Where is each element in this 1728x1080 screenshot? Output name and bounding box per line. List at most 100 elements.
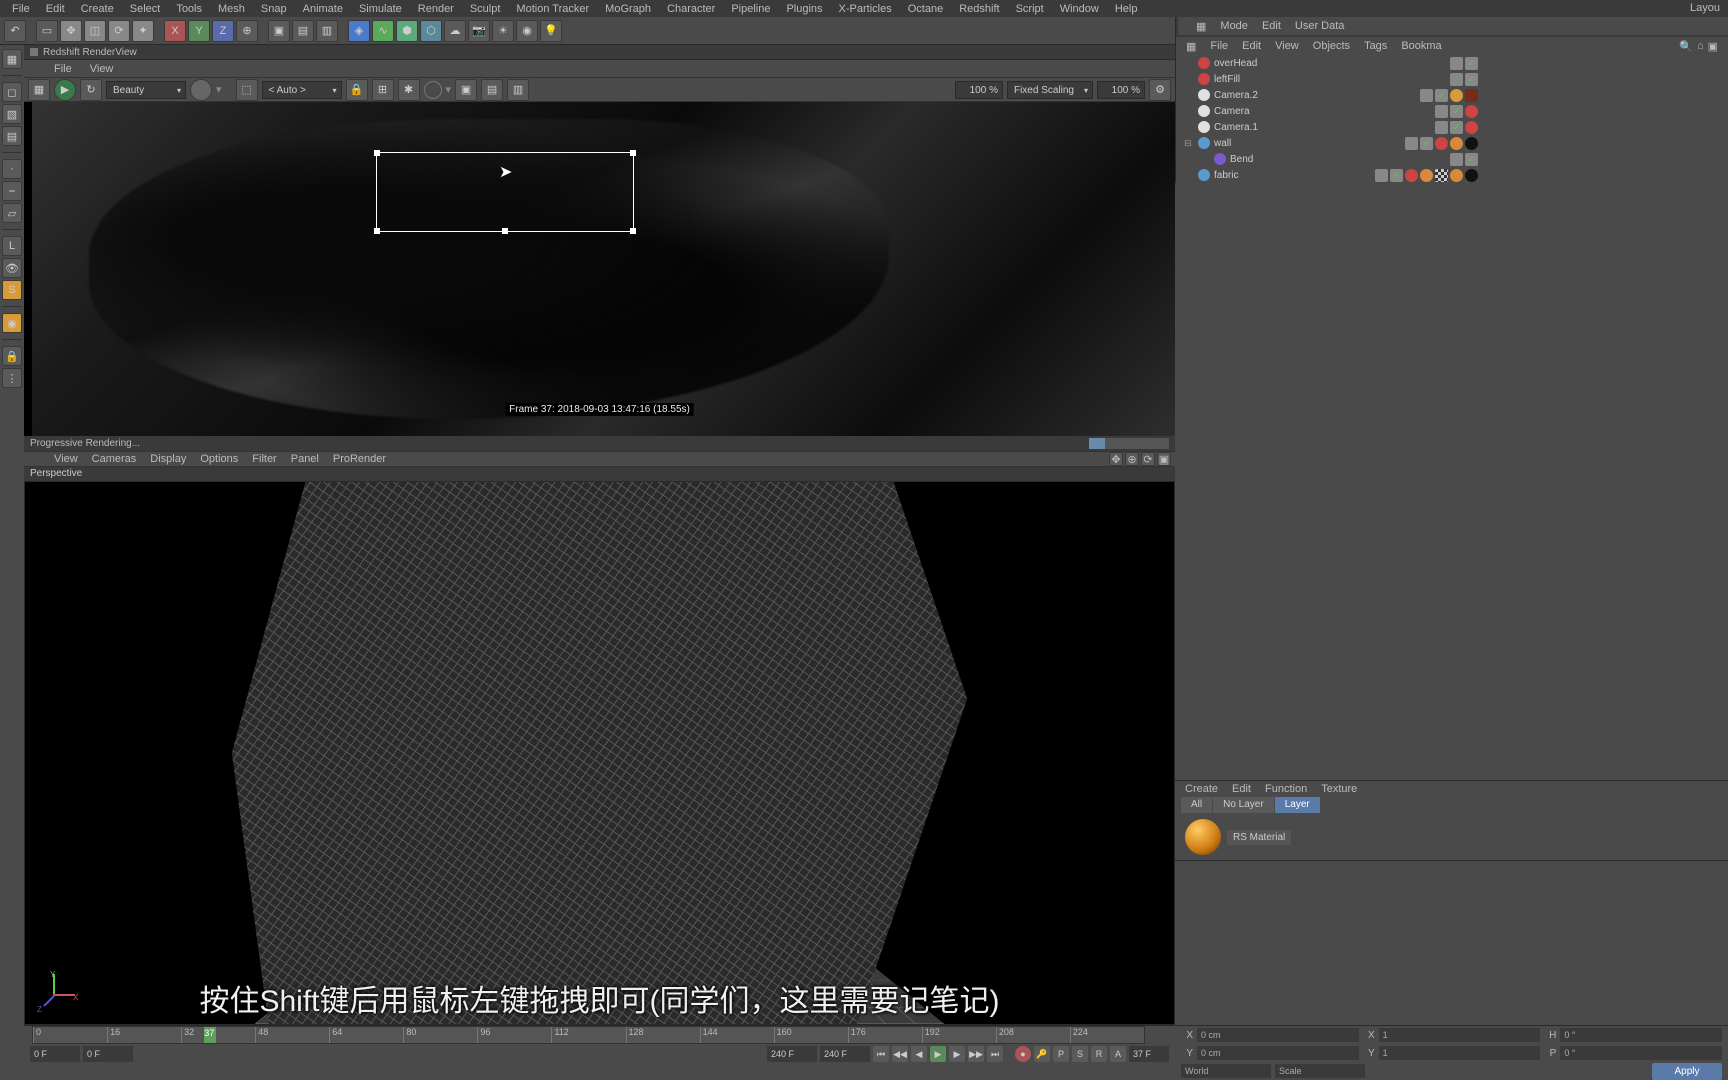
next-frame-icon[interactable]: ▶: [949, 1046, 965, 1062]
menu-redshift[interactable]: Redshift: [951, 1, 1007, 17]
vp-menu-view[interactable]: View: [54, 453, 78, 465]
menu-character[interactable]: Character: [659, 1, 723, 17]
snap-icon[interactable]: S: [2, 280, 22, 300]
mat-tab-no-layer[interactable]: No Layer: [1213, 797, 1274, 813]
playhead[interactable]: 37: [204, 1027, 216, 1043]
scale-y-field[interactable]: 1: [1379, 1046, 1541, 1060]
goto-end-icon[interactable]: ⏭: [987, 1046, 1003, 1062]
tl-cur2-field[interactable]: 0 F: [83, 1046, 133, 1062]
zoom-field[interactable]: 100 %: [955, 81, 1003, 99]
menu-x-particles[interactable]: X-Particles: [831, 1, 900, 17]
menu-motion tracker[interactable]: Motion Tracker: [508, 1, 597, 17]
mat-tab-all[interactable]: All: [1181, 797, 1212, 813]
obj-menu-tags[interactable]: Tags: [1364, 40, 1387, 52]
vp-menu-options[interactable]: Options: [200, 453, 238, 465]
next-key-icon[interactable]: ▶▶: [968, 1046, 984, 1062]
x-axis-lock-icon[interactable]: X: [164, 20, 186, 42]
scaling-value-field[interactable]: 100 %: [1097, 81, 1145, 99]
make-editable-icon[interactable]: ▦: [2, 49, 22, 69]
y-axis-lock-icon[interactable]: Y: [188, 20, 210, 42]
menu-render[interactable]: Render: [410, 1, 462, 17]
menu-animate[interactable]: Animate: [295, 1, 351, 17]
menu-mograph[interactable]: MoGraph: [597, 1, 659, 17]
z-axis-lock-icon[interactable]: Z: [212, 20, 234, 42]
rot-h-field[interactable]: 0 °: [1560, 1028, 1722, 1042]
render-pv-icon[interactable]: ▣: [268, 20, 290, 42]
search-icon[interactable]: 🔍: [1679, 40, 1693, 53]
poly-mode-icon[interactable]: ▱: [2, 203, 22, 223]
ipr-start-icon[interactable]: ▶: [54, 79, 76, 101]
workplane-snap-icon[interactable]: ◉: [2, 313, 22, 333]
move-icon[interactable]: ✥: [60, 20, 82, 42]
undo-icon[interactable]: ↶: [4, 20, 26, 42]
viewport-solo-icon[interactable]: 👁: [2, 258, 22, 278]
timeline-ruler[interactable]: 37 0163248648096112128144160176192208224: [32, 1026, 1145, 1044]
menu-create[interactable]: Create: [73, 1, 122, 17]
tl-start-field[interactable]: 0 F: [30, 1046, 80, 1062]
menu-file[interactable]: File: [4, 1, 38, 17]
coord-sys-icon[interactable]: ⊕: [236, 20, 258, 42]
mat-menu-edit[interactable]: Edit: [1232, 783, 1251, 795]
vp-menu-panel[interactable]: Panel: [291, 453, 319, 465]
vp-max-icon[interactable]: ▣: [1157, 452, 1171, 466]
menu-snap[interactable]: Snap: [253, 1, 295, 17]
mat-tab-layer[interactable]: Layer: [1275, 797, 1320, 813]
play-icon[interactable]: ▶: [930, 1046, 946, 1062]
scale-x-field[interactable]: 1: [1379, 1028, 1541, 1042]
grid-icon[interactable]: ⊞: [372, 79, 394, 101]
obj-row-camera[interactable]: Camera✓: [1176, 103, 1728, 119]
texture-mode-icon[interactable]: ▧: [2, 104, 22, 124]
coord-mode1[interactable]: World: [1181, 1064, 1271, 1078]
snowflake-icon[interactable]: ✱: [398, 79, 420, 101]
last-tool-icon[interactable]: ✦: [132, 20, 154, 42]
menu-help[interactable]: Help: [1107, 1, 1146, 17]
vp-menu-filter[interactable]: Filter: [252, 453, 276, 465]
exposure-icon[interactable]: [424, 81, 442, 99]
attrib-userdata[interactable]: User Data: [1295, 20, 1345, 32]
rot-p-field[interactable]: 0 °: [1560, 1046, 1722, 1060]
menu-select[interactable]: Select: [122, 1, 169, 17]
tl-end-field[interactable]: 240 F: [767, 1046, 817, 1062]
home-icon[interactable]: ⌂: [1697, 40, 1704, 53]
crop-icon[interactable]: ⬚: [236, 79, 258, 101]
menu-tools[interactable]: Tools: [168, 1, 210, 17]
menu-window[interactable]: Window: [1052, 1, 1107, 17]
record-icon[interactable]: ●: [1015, 1046, 1031, 1062]
vp-menu-display[interactable]: Display: [150, 453, 186, 465]
vp-pan-icon[interactable]: ✥: [1109, 452, 1123, 466]
scale-icon[interactable]: ◫: [84, 20, 106, 42]
attrib-mode[interactable]: Mode: [1220, 20, 1248, 32]
mat-menu-function[interactable]: Function: [1265, 783, 1307, 795]
snapshot-b-icon[interactable]: ▤: [481, 79, 503, 101]
obj-row-overhead[interactable]: overHead✓: [1176, 55, 1728, 71]
vp-zoom-icon[interactable]: ⊕: [1125, 452, 1139, 466]
channel-dropdown[interactable]: Beauty: [106, 81, 186, 99]
obj-menu-file[interactable]: File: [1210, 40, 1228, 52]
menu-plugins[interactable]: Plugins: [778, 1, 830, 17]
key-r-icon[interactable]: R: [1091, 1046, 1107, 1062]
menu-sculpt[interactable]: Sculpt: [462, 1, 509, 17]
menu-mesh[interactable]: Mesh: [210, 1, 253, 17]
bulb-icon[interactable]: 💡: [540, 20, 562, 42]
obj-menu-view[interactable]: View: [1275, 40, 1299, 52]
obj-row-camera.2[interactable]: Camera.2✓: [1176, 87, 1728, 103]
material-label[interactable]: RS Material: [1227, 830, 1291, 845]
apply-button[interactable]: Apply: [1652, 1063, 1722, 1080]
prev-key-icon[interactable]: ◀◀: [892, 1046, 908, 1062]
object-tree[interactable]: overHead✓leftFill✓Camera.2✓Camera✓Camera…: [1176, 55, 1728, 183]
point-mode-icon[interactable]: ·: [2, 159, 22, 179]
mat-menu-create[interactable]: Create: [1185, 783, 1218, 795]
render-settings-icon[interactable]: ▥: [316, 20, 338, 42]
environment-icon[interactable]: ☁: [444, 20, 466, 42]
obj-row-camera.1[interactable]: Camera.1✓: [1176, 119, 1728, 135]
render-region-icon[interactable]: ▤: [292, 20, 314, 42]
menu-simulate[interactable]: Simulate: [351, 1, 410, 17]
axis-icon[interactable]: L: [2, 236, 22, 256]
obj-row-bend[interactable]: Bend✓: [1176, 151, 1728, 167]
tl-range-end[interactable]: 240 F: [820, 1046, 870, 1062]
menu-pipeline[interactable]: Pipeline: [723, 1, 778, 17]
live-select-icon[interactable]: ▭: [36, 20, 58, 42]
pos-y-field[interactable]: 0 cm: [1197, 1046, 1359, 1060]
vp-menu-prorender[interactable]: ProRender: [333, 453, 386, 465]
obj-row-fabric[interactable]: fabric✓: [1176, 167, 1728, 183]
